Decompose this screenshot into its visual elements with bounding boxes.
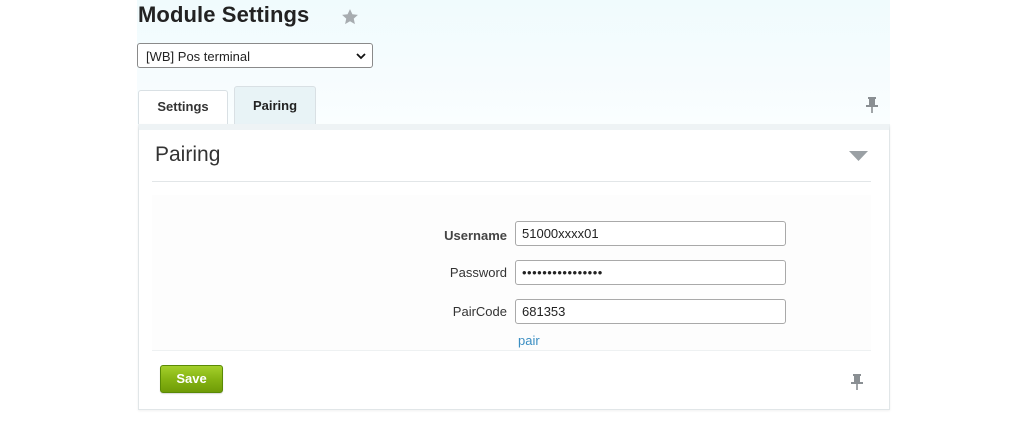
paircode-label: PairCode — [452, 304, 507, 319]
page-title: Module Settings — [138, 2, 310, 27]
pin-icon[interactable] — [865, 96, 879, 114]
password-field[interactable] — [515, 260, 786, 285]
username-label: Username — [444, 228, 507, 243]
module-settings-page: Module Settings [WB] Pos terminal Settin… — [0, 0, 1024, 430]
username-field[interactable] — [515, 221, 786, 246]
module-select[interactable]: [WB] Pos terminal — [137, 43, 373, 68]
section-divider — [152, 181, 871, 182]
section-title: Pairing — [155, 143, 221, 166]
tab-settings[interactable]: Settings — [138, 90, 228, 124]
module-select-value: [WB] Pos terminal — [146, 49, 251, 64]
paircode-field[interactable] — [515, 299, 786, 324]
chevron-down-icon — [356, 53, 366, 60]
tab-pairing[interactable]: Pairing — [234, 86, 316, 124]
star-icon[interactable] — [340, 7, 360, 27]
triangle-down-icon[interactable] — [849, 151, 868, 161]
pin-icon[interactable] — [850, 373, 864, 391]
save-button[interactable]: Save — [160, 365, 223, 393]
pair-link[interactable]: pair — [518, 333, 540, 348]
password-label: Password — [449, 265, 507, 280]
